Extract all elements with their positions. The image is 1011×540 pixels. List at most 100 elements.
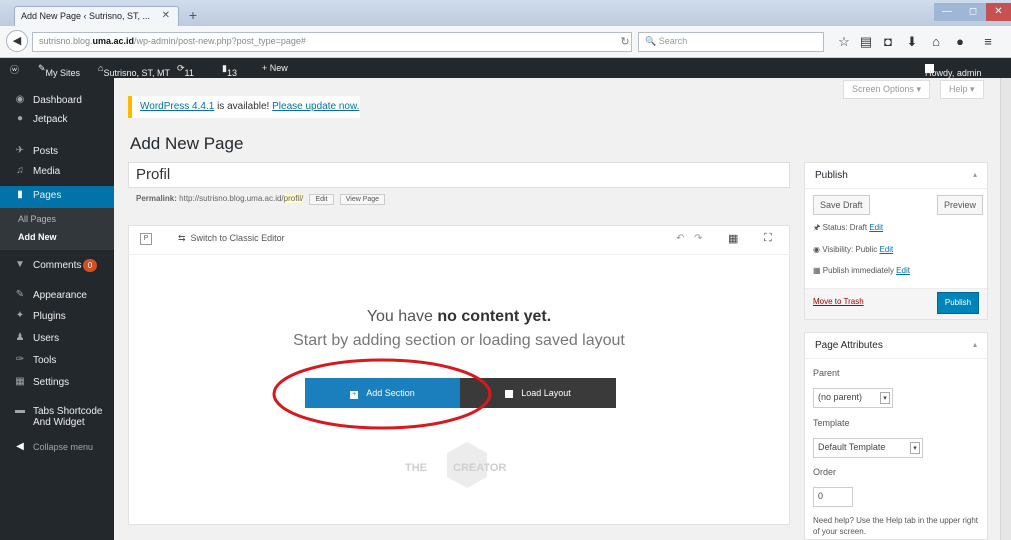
permalink-slug[interactable]: profil/ [283, 194, 304, 203]
switch-classic-label: Switch to Classic Editor [190, 233, 285, 243]
home-icon[interactable]: ⌂ [928, 34, 944, 50]
help-button[interactable]: Help ▾ [940, 80, 984, 99]
move-to-trash-link[interactable]: Move to Trash [813, 297, 864, 306]
wordpress-logo-icon[interactable]: ⓦ [10, 63, 19, 76]
jetpack-icon: ● [16, 113, 24, 124]
order-input[interactable]: 0 [813, 487, 853, 507]
update-notice: WordPress 4.4.1 is available! Please upd… [128, 96, 360, 118]
sidebar-item-tabs-shortcode[interactable]: ▬ Tabs Shortcode And Widget [0, 402, 114, 430]
sidebar-item-appearance[interactable]: ✎ Appearance [0, 286, 114, 306]
switch-classic-editor-button[interactable]: ⇆ Switch to Classic Editor [178, 233, 285, 244]
empty-state-subtext: Start by adding section or loading saved… [293, 332, 625, 349]
calendar-icon: ▦ [813, 266, 821, 275]
sidebar-item-collapse[interactable]: ◀ Collapse menu [0, 438, 114, 458]
sidebar-item-pages[interactable]: ▮ Pages [0, 186, 114, 208]
order-label: Order [813, 467, 837, 477]
template-select[interactable]: Default Template ▾ [813, 438, 923, 458]
load-layout-label: Load Layout [521, 388, 571, 398]
screen-options-button[interactable]: Screen Options ▾ [843, 80, 931, 99]
updates-link[interactable]: ⟳ 11 [177, 63, 194, 78]
submenu-all-pages[interactable]: All Pages [18, 214, 56, 224]
sidebar-item-plugins[interactable]: ✦ Plugins [0, 307, 114, 327]
sidebar-item-posts[interactable]: ✈ Posts [0, 142, 114, 162]
page-attributes-header[interactable]: Page Attributes ▴ [805, 333, 987, 359]
key-icon: 🖈 [813, 223, 821, 232]
dashboard-icon: ◉ [15, 94, 25, 105]
my-sites-link[interactable]: ✎ My Sites [38, 63, 80, 78]
permalink-base: http://sutrisno.blog.uma.ac.id/ [179, 194, 284, 203]
undo-icon[interactable]: ↶ [676, 233, 684, 244]
fullscreen-icon[interactable]: ⛶ [764, 232, 772, 245]
permalink-edit-button[interactable]: Edit [309, 194, 334, 205]
save-draft-button[interactable]: Save Draft [813, 195, 870, 215]
sidebar-item-tools[interactable]: ✑ Tools [0, 351, 114, 371]
chat-icon[interactable]: ● [952, 34, 968, 50]
url-bar[interactable]: sutrisno.blog.uma.ac.id/wp-admin/post-ne… [32, 32, 632, 52]
editor-toolbar: P ⇆ Switch to Classic Editor ↶ ↷ ▦ ⛶ [128, 225, 790, 255]
the-creator-watermark: THE CREATOR [405, 440, 535, 500]
bookmark-star-icon[interactable]: ☆ [836, 34, 852, 50]
publish-button[interactable]: Publish [937, 292, 979, 314]
page-attributes-box: Page Attributes ▴ [804, 332, 988, 540]
scrollbar[interactable] [1000, 78, 1011, 540]
new-content-link[interactable]: + New [262, 63, 288, 73]
clipboard-icon[interactable]: ▤ [858, 34, 874, 50]
parent-select[interactable]: (no parent) ▾ [813, 388, 893, 408]
pages-submenu: All Pages Add New [0, 208, 114, 250]
sidebar-item-users[interactable]: ♟ Users [0, 329, 114, 349]
maximize-button[interactable]: ◻ [960, 3, 986, 21]
preview-button[interactable]: Preview [937, 195, 984, 215]
empty-prefix: You have [366, 308, 438, 325]
status-edit-link[interactable]: Edit [869, 223, 883, 232]
visibility-edit-link[interactable]: Edit [879, 245, 893, 254]
sidebar-item-label: Tabs Shortcode And Widget [33, 406, 103, 428]
menu-icon[interactable]: ≡ [980, 34, 996, 50]
update-now-link[interactable]: Please update now. [272, 101, 359, 112]
sidebar-item-jetpack[interactable]: ● Jetpack [0, 110, 114, 130]
tab-close-icon[interactable]: ✕ [162, 10, 170, 21]
empty-state-heading: You have no content yet. [128, 308, 790, 326]
view-page-button[interactable]: View Page [339, 194, 386, 205]
sidebar-item-label: Plugins [33, 311, 66, 322]
layout-grid-icon[interactable]: ▦ [728, 232, 738, 245]
sidebar-item-label: Comments [33, 260, 82, 271]
watermark-left-text: THE [405, 462, 427, 474]
collapse-arrow-icon[interactable]: ▴ [973, 340, 977, 349]
notice-text: is available! [214, 101, 273, 112]
new-tab-button[interactable]: + [184, 8, 202, 24]
comments-link[interactable]: ▮ 13 [222, 63, 237, 78]
minimize-button[interactable]: — [934, 3, 960, 21]
schedule-edit-link[interactable]: Edit [896, 266, 910, 275]
collapse-arrow-icon[interactable]: ▴ [973, 170, 977, 179]
title-input[interactable]: Profil [128, 162, 790, 188]
layout-icon [505, 389, 514, 398]
browser-tab[interactable]: Add New Page ‹ Sutrisno, ST, ... ✕ [14, 6, 179, 27]
back-icon[interactable]: ◀ [6, 30, 28, 52]
site-name-link[interactable]: ⌂ Sutrisno, ST, MT [98, 63, 170, 78]
permalink-row: Permalink: http://sutrisno.blog.uma.ac.i… [136, 194, 386, 205]
visibility-label: Visibility: Public [822, 245, 878, 254]
wordpress-version-link[interactable]: WordPress 4.4.1 [140, 101, 214, 112]
sidebar-item-label: Users [33, 333, 60, 344]
help-text: Need help? Use the Help tab in the upper… [813, 516, 978, 536]
sidebar-item-media[interactable]: ♫ Media [0, 162, 114, 182]
comments-count: 13 [226, 68, 237, 78]
pages-icon: ▮ [17, 189, 23, 200]
sidebar-item-comments[interactable]: ▼ Comments 0 [0, 256, 114, 276]
sidebar-item-label: Collapse menu [33, 442, 94, 452]
pocket-icon[interactable]: ◘ [880, 34, 896, 50]
submenu-add-new[interactable]: Add New [18, 232, 57, 242]
reload-icon[interactable]: ↻ [614, 32, 636, 52]
publish-box-header[interactable]: Publish ▴ [805, 163, 987, 189]
sidebar-item-settings[interactable]: ▦ Settings [0, 373, 114, 393]
browser-search-input[interactable]: 🔍 Search [638, 32, 824, 52]
comments-badge: 0 [83, 259, 97, 272]
download-icon[interactable]: ⬇ [904, 34, 920, 50]
redo-icon[interactable]: ↷ [694, 233, 702, 244]
close-window-button[interactable]: ✕ [986, 3, 1011, 21]
parent-select-value: (no parent) [818, 392, 863, 402]
sidebar-item-label: Tools [33, 355, 57, 366]
comment-icon: ▼ [15, 259, 25, 270]
howdy-user[interactable]: Howdy, admin [925, 63, 981, 78]
sidebar-item-dashboard[interactable]: ◉ Dashboard [0, 91, 114, 111]
